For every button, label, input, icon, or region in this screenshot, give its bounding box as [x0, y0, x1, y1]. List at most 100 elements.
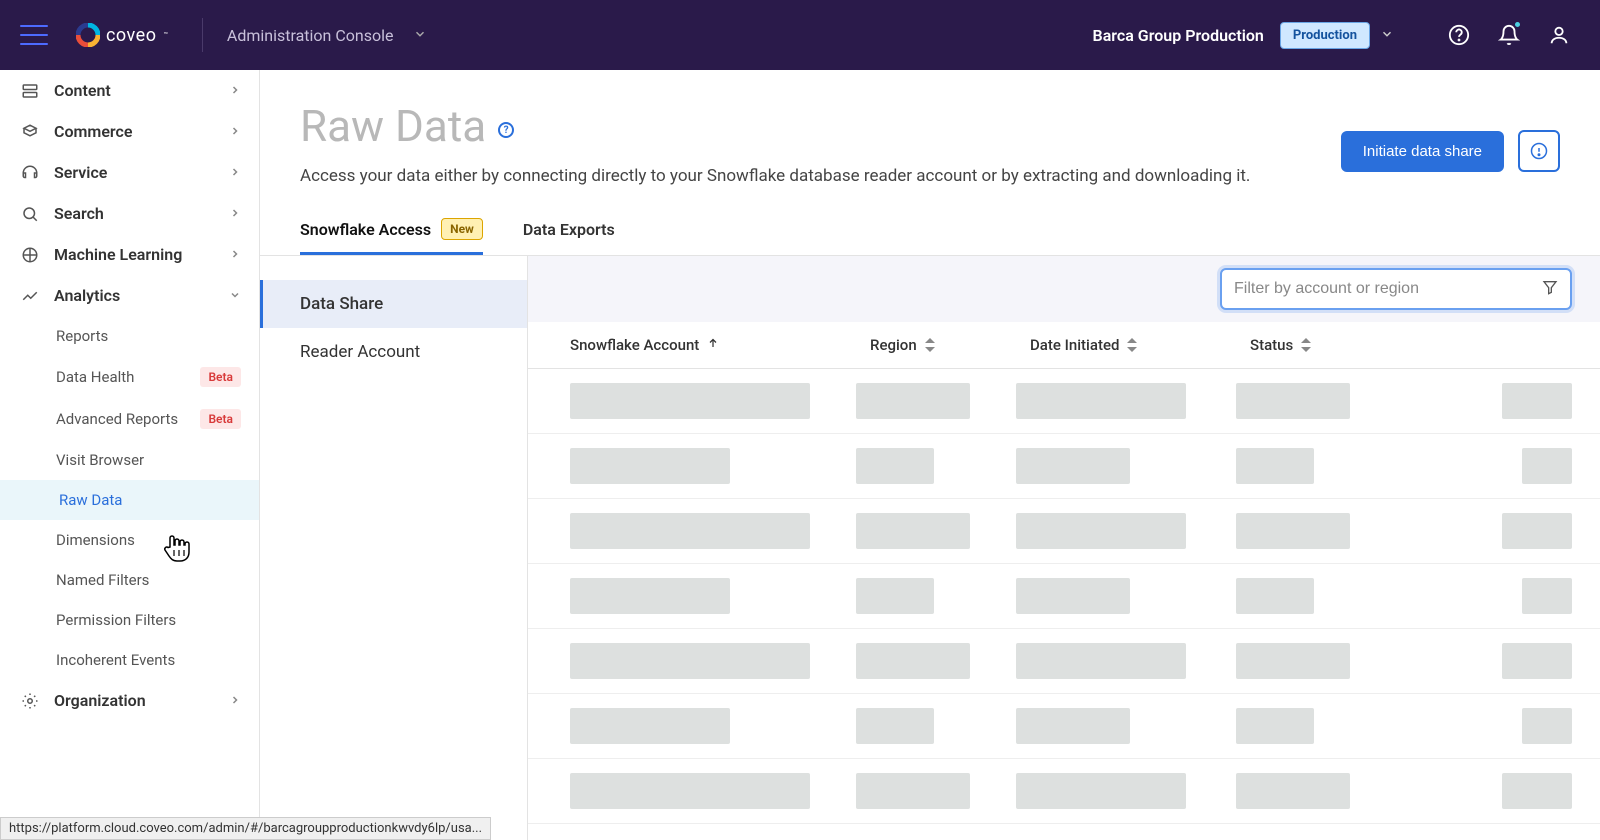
- user-profile-icon[interactable]: [1538, 14, 1580, 56]
- skeleton: [1522, 708, 1572, 744]
- page-description: Access your data either by connecting di…: [300, 166, 1341, 186]
- table-row: [528, 629, 1600, 694]
- skeleton: [1236, 448, 1314, 484]
- skeleton: [856, 578, 934, 614]
- nav-service[interactable]: Service: [0, 152, 259, 193]
- nav-organization[interactable]: Organization: [0, 680, 259, 721]
- search-icon: [18, 205, 42, 223]
- menu-toggle-icon[interactable]: [20, 25, 48, 45]
- notifications-icon[interactable]: [1488, 14, 1530, 56]
- skeleton: [1236, 513, 1350, 549]
- subnav-reports[interactable]: Reports: [0, 316, 259, 356]
- skeleton: [1522, 448, 1572, 484]
- skeleton: [1236, 578, 1314, 614]
- skeleton: [570, 773, 810, 809]
- nav-label: Machine Learning: [54, 245, 182, 264]
- filter-input-wrap[interactable]: [1220, 268, 1572, 310]
- analytics-icon: [18, 287, 42, 305]
- nav-label: Content: [54, 81, 111, 100]
- table-row: [528, 759, 1600, 824]
- col-snowflake-account[interactable]: Snowflake Account: [570, 336, 870, 354]
- sort-icon: [1301, 338, 1311, 352]
- subnav-reader-account[interactable]: Reader Account: [260, 328, 527, 376]
- browser-status-bar: https://platform.cloud.coveo.com/admin/#…: [0, 817, 491, 840]
- subnav-raw-data[interactable]: Raw Data: [0, 480, 259, 520]
- nav-content[interactable]: Content: [0, 70, 259, 111]
- service-icon: [18, 164, 42, 182]
- subnav-advanced-reports[interactable]: Advanced ReportsBeta: [0, 398, 259, 440]
- table-row: [528, 694, 1600, 759]
- skeleton: [570, 708, 730, 744]
- col-region[interactable]: Region: [870, 336, 1030, 354]
- environment-dropdown-icon[interactable]: [1380, 26, 1394, 45]
- subnav-data-share[interactable]: Data Share: [260, 280, 527, 328]
- nav-analytics[interactable]: Analytics: [0, 275, 259, 316]
- chevron-right-icon: [229, 81, 241, 100]
- chevron-right-icon: [229, 122, 241, 141]
- col-status[interactable]: Status: [1250, 336, 1410, 354]
- skeleton: [1016, 513, 1186, 549]
- skeleton: [1502, 773, 1572, 809]
- skeleton: [856, 708, 934, 744]
- tab-snowflake-access[interactable]: Snowflake Access New: [300, 206, 483, 255]
- nav-commerce[interactable]: Commerce: [0, 111, 259, 152]
- environment-badge[interactable]: Production: [1280, 22, 1370, 49]
- organization-icon: [18, 692, 42, 710]
- console-label: Administration Console: [227, 26, 394, 45]
- brand-name: coveo: [106, 25, 156, 46]
- nav-label: Organization: [54, 691, 146, 710]
- page-title: Raw Data: [300, 100, 486, 152]
- brand-logo[interactable]: coveo™: [76, 23, 168, 47]
- org-name: Barca Group Production: [1093, 26, 1264, 45]
- skeleton: [1016, 708, 1130, 744]
- subnav-visit-browser[interactable]: Visit Browser: [0, 440, 259, 480]
- skeleton: [570, 578, 730, 614]
- table-row: [528, 434, 1600, 499]
- nav-machine-learning[interactable]: Machine Learning: [0, 234, 259, 275]
- beta-badge: Beta: [200, 409, 241, 429]
- skeleton: [1502, 513, 1572, 549]
- table-body: [528, 369, 1600, 840]
- col-date-initiated[interactable]: Date Initiated: [1030, 336, 1250, 354]
- chevron-right-icon: [229, 204, 241, 223]
- sort-asc-icon: [707, 336, 719, 354]
- skeleton: [856, 448, 934, 484]
- content-icon: [18, 82, 42, 100]
- table-row: [528, 369, 1600, 434]
- subnav-incoherent-events[interactable]: Incoherent Events: [0, 640, 259, 680]
- table-header: Snowflake Account Region Date Initiated …: [528, 322, 1600, 369]
- skeleton: [570, 448, 730, 484]
- top-header: coveo™ Administration Console Barca Grou…: [0, 0, 1600, 70]
- subnav-permission-filters[interactable]: Permission Filters: [0, 600, 259, 640]
- title-help-icon[interactable]: ?: [498, 122, 514, 138]
- skeleton: [1236, 773, 1350, 809]
- skeleton: [856, 383, 970, 419]
- skeleton: [570, 513, 810, 549]
- nav-label: Search: [54, 204, 104, 223]
- tab-data-exports[interactable]: Data Exports: [523, 206, 615, 255]
- initiate-data-share-button[interactable]: Initiate data share: [1341, 131, 1504, 172]
- tabs: Snowflake Access New Data Exports: [260, 206, 1600, 256]
- skeleton: [570, 643, 810, 679]
- skeleton: [856, 773, 970, 809]
- subnav-data-health[interactable]: Data HealthBeta: [0, 356, 259, 398]
- chevron-right-icon: [229, 245, 241, 264]
- help-icon[interactable]: [1438, 14, 1480, 56]
- chevron-down-icon: [229, 286, 241, 305]
- info-button[interactable]: [1518, 130, 1560, 172]
- subnav-named-filters[interactable]: Named Filters: [0, 560, 259, 600]
- subnav-dimensions[interactable]: Dimensions: [0, 520, 259, 560]
- filter-icon[interactable]: [1542, 279, 1558, 299]
- skeleton: [1016, 448, 1130, 484]
- skeleton: [1502, 383, 1572, 419]
- filter-input[interactable]: [1234, 270, 1542, 308]
- sidebar: Content Commerce Service Search Machine …: [0, 70, 260, 840]
- nav-label: Commerce: [54, 122, 132, 141]
- skeleton: [1016, 773, 1186, 809]
- sort-icon: [1127, 338, 1137, 352]
- skeleton: [1236, 708, 1314, 744]
- skeleton: [570, 383, 810, 419]
- skeleton: [1522, 578, 1572, 614]
- nav-search[interactable]: Search: [0, 193, 259, 234]
- console-dropdown-icon[interactable]: [413, 26, 427, 45]
